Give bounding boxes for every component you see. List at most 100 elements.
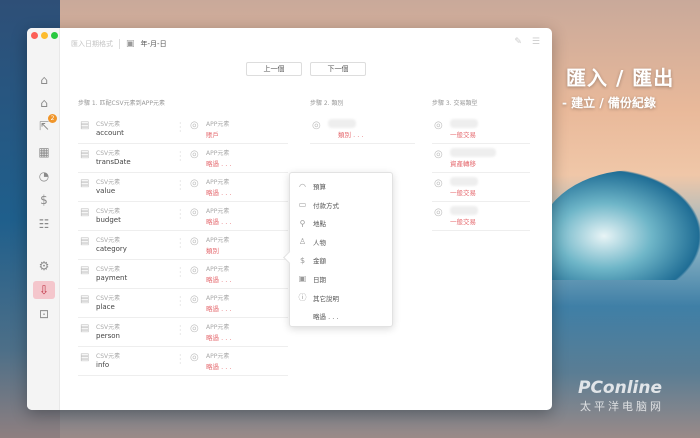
- drag-handle[interactable]: · · ·: [179, 207, 182, 223]
- prev-button[interactable]: 上一個: [246, 62, 302, 76]
- list-icon[interactable]: ☷: [36, 216, 52, 232]
- app-label: APP元素: [206, 295, 230, 302]
- app-element-select[interactable]: 略過 . . .: [206, 274, 231, 284]
- category-row[interactable]: ◎ 類別 . . .: [310, 115, 415, 144]
- app-window: ⌂ ⌂ ⇱ ▦ ◔ $ ☷ ⚙ ⇩ ⊡ 2 匯入日期格式 ▣ 年-月-日 ✎ ☰ 上一個 下一個 …: [27, 28, 552, 410]
- transaction-icon: ◎: [434, 178, 443, 189]
- date-format-select[interactable]: 年-月-日: [141, 39, 167, 49]
- step1-label: 步驟 1. 匹配CSV元素到APP元素: [78, 100, 165, 107]
- calendar-icon: ▣: [126, 39, 135, 49]
- transaction-type-select[interactable]: 一般交易: [450, 129, 476, 139]
- next-button[interactable]: 下一個: [310, 62, 366, 76]
- dropdown-item[interactable]: 略過 . . .: [298, 311, 338, 321]
- app-label: APP元素: [206, 179, 230, 186]
- dropdown-item[interactable]: ▭ 付款方式: [298, 200, 339, 210]
- mapping-row[interactable]: ▤ CSV元素 person · · · ◎ APP元素 略過 . . .: [78, 318, 288, 347]
- app-element-select[interactable]: 略過 . . .: [206, 303, 231, 313]
- lock-icon[interactable]: ⊡: [36, 306, 52, 322]
- csv-label: CSV元素: [96, 179, 121, 186]
- app-element-select[interactable]: 賬戶: [206, 129, 219, 139]
- drag-handle[interactable]: · · ·: [179, 149, 182, 165]
- dropdown-item-label: 預算: [313, 183, 326, 191]
- transaction-type-select[interactable]: 一般交易: [450, 216, 476, 226]
- app-element-select[interactable]: 略過 . . .: [206, 332, 231, 342]
- mapping-row[interactable]: ▤ CSV元素 account · · · ◎ APP元素 賬戶: [78, 115, 288, 144]
- dropdown-item[interactable]: ♙ 人物: [298, 237, 326, 247]
- app-label: APP元素: [206, 150, 230, 157]
- csv-file-icon: ▤: [80, 149, 90, 160]
- app-element-icon: ◎: [190, 294, 199, 305]
- transaction-type-row[interactable]: ◎ 資產轉移: [432, 144, 530, 173]
- csv-label: CSV元素: [96, 353, 121, 360]
- dropdown-item[interactable]: ◠ 預算: [298, 181, 326, 192]
- csv-label: CSV元素: [96, 324, 121, 331]
- drag-handle[interactable]: · · ·: [179, 294, 182, 310]
- app-label: APP元素: [206, 353, 230, 360]
- csv-label: CSV元素: [96, 266, 121, 273]
- transaction-icon: ◎: [434, 207, 443, 218]
- category-select[interactable]: 類別 . . .: [338, 129, 363, 139]
- home-icon[interactable]: ⌂: [36, 72, 52, 88]
- csv-label: CSV元素: [96, 237, 121, 244]
- transaction-type-select[interactable]: 一般交易: [450, 187, 476, 197]
- mapping-row[interactable]: ▤ CSV元素 transDate · · · ◎ APP元素 略過 . . .: [78, 144, 288, 173]
- transaction-type-row[interactable]: ◎ 一般交易: [432, 173, 530, 202]
- app-element-select[interactable]: 略過 . . .: [206, 216, 231, 226]
- gear-icon[interactable]: ⚙: [36, 258, 52, 274]
- drag-handle[interactable]: · · ·: [179, 120, 182, 136]
- app-element-icon: ◎: [190, 236, 199, 247]
- dropdown-item-label: 金額: [313, 257, 326, 265]
- dropdown-item[interactable]: ⓘ 其它說明: [298, 292, 340, 303]
- drag-handle[interactable]: · · ·: [179, 323, 182, 339]
- maximize-window-button[interactable]: [51, 32, 58, 39]
- card-icon: ▭: [298, 200, 307, 209]
- dropdown-item[interactable]: ⚲ 地點: [298, 218, 326, 229]
- app-element-select[interactable]: 略過 . . .: [206, 361, 231, 371]
- mapping-row[interactable]: ▤ CSV元素 budget · · · ◎ APP元素 略過 . . .: [78, 202, 288, 231]
- house-settings-icon[interactable]: ⌂: [36, 95, 52, 111]
- mapping-row[interactable]: ▤ CSV元素 place · · · ◎ APP元素 略過 . . .: [78, 289, 288, 318]
- app-element-icon: ◎: [190, 207, 199, 218]
- budget-icon: ◠: [299, 181, 306, 191]
- csv-field-name: info: [96, 361, 110, 369]
- mapping-row[interactable]: ▤ CSV元素 info · · · ◎ APP元素 略過 . . .: [78, 347, 288, 376]
- drag-handle[interactable]: · · ·: [179, 352, 182, 368]
- blurred-value: [450, 148, 496, 157]
- csv-file-icon: ▤: [80, 178, 90, 189]
- app-element-icon: ◎: [190, 352, 199, 363]
- app-element-dropdown: ◠ 預算 ▭ 付款方式 ⚲ 地點 ♙ 人物 $ 金額 ▣ 日期 ⓘ 其它說明略過 . . .: [289, 172, 393, 327]
- watermark-sub: 太平洋电脑网: [580, 400, 664, 413]
- dropdown-item[interactable]: $ 金額: [298, 255, 326, 266]
- app-label: APP元素: [206, 324, 230, 331]
- info-icon: ⓘ: [298, 293, 307, 302]
- mapping-row[interactable]: ▤ CSV元素 category · · · ◎ APP元素 類別: [78, 231, 288, 260]
- app-element-icon: ◎: [190, 178, 199, 189]
- menu-icon[interactable]: ☰: [532, 37, 540, 47]
- blurred-value: [328, 119, 356, 128]
- app-element-select[interactable]: 類別: [206, 245, 219, 255]
- transaction-type-row[interactable]: ◎ 一般交易: [432, 115, 530, 144]
- edit-icon[interactable]: ✎: [514, 37, 522, 47]
- timer-icon[interactable]: ◔: [36, 168, 52, 184]
- close-window-button[interactable]: [31, 32, 38, 39]
- money-bag-icon[interactable]: $: [36, 192, 52, 208]
- app-label: APP元素: [206, 121, 230, 128]
- drag-handle[interactable]: · · ·: [179, 178, 182, 194]
- dropdown-item[interactable]: ▣ 日期: [298, 274, 326, 284]
- csv-file-icon: ▤: [80, 294, 90, 305]
- app-element-select[interactable]: 略過 . . .: [206, 187, 231, 197]
- minimize-window-button[interactable]: [41, 32, 48, 39]
- transaction-type-row[interactable]: ◎ 一般交易: [432, 202, 530, 231]
- qr-icon[interactable]: ▦: [36, 144, 52, 160]
- background-wave: [540, 170, 700, 280]
- header: 匯入日期格式 ▣ 年-月-日: [71, 39, 167, 49]
- import-icon[interactable]: ⇩: [33, 281, 55, 299]
- drag-handle[interactable]: · · ·: [179, 265, 182, 281]
- app-element-select[interactable]: 略過 . . .: [206, 158, 231, 168]
- drag-handle[interactable]: · · ·: [179, 236, 182, 252]
- mapping-row[interactable]: ▤ CSV元素 value · · · ◎ APP元素 略過 . . .: [78, 173, 288, 202]
- watermark-logo: PConline: [578, 378, 663, 398]
- mapping-row[interactable]: ▤ CSV元素 payment · · · ◎ APP元素 略過 . . .: [78, 260, 288, 289]
- transaction-type-select[interactable]: 資產轉移: [450, 158, 476, 168]
- step2-label: 步驟 2. 類別: [310, 100, 344, 107]
